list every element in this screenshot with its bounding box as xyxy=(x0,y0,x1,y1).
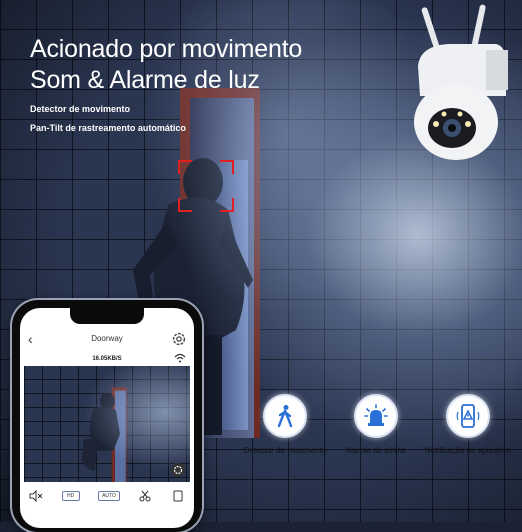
headline: Acionado por movimento Som & Alarme de l… xyxy=(30,34,302,96)
feature-circle xyxy=(446,394,490,438)
wifi-icon xyxy=(174,353,186,363)
feature-circle xyxy=(354,394,398,438)
feature-siren-alarm: Alarme de sirene xyxy=(326,394,426,455)
mute-speaker-icon[interactable] xyxy=(29,490,43,502)
phone-notification-icon xyxy=(456,404,480,428)
feature-motion-detector: Detector de movimento xyxy=(235,394,335,455)
subtitle-pan-tilt: Pan-Tilt de rastreamento automático xyxy=(30,123,186,133)
smartphone: ‹ Doorway 16.05KB/S HD AUTO xyxy=(12,300,202,532)
subtitle-motion-detector: Detector de movimento xyxy=(30,104,131,114)
bitrate-readout: 16.05KB/S xyxy=(92,356,122,362)
app-header: ‹ Doorway xyxy=(20,330,194,350)
scissors-icon[interactable] xyxy=(138,490,152,502)
headline-line1: Acionado por movimento xyxy=(30,35,303,63)
settings-gear-icon[interactable] xyxy=(170,330,188,348)
walking-person-icon xyxy=(277,405,293,428)
feature-label: Detector de movimento xyxy=(243,446,327,455)
auto-button[interactable]: AUTO xyxy=(98,491,120,501)
feature-label: Notificação de aplicativo xyxy=(424,446,512,455)
phone-screen: ‹ Doorway 16.05KB/S HD AUTO xyxy=(20,308,194,528)
hd-button[interactable]: HD xyxy=(61,491,80,501)
app-title: Doorway xyxy=(91,334,123,343)
record-icon[interactable] xyxy=(171,490,185,502)
feature-circle xyxy=(263,394,307,438)
headline-line2: Som & Alarme de luz xyxy=(30,66,260,94)
feature-label: Alarme de sirene xyxy=(345,446,407,455)
security-camera xyxy=(414,4,508,160)
siren-icon xyxy=(364,404,388,426)
video-settings-icon[interactable] xyxy=(170,462,186,478)
live-video-feed[interactable] xyxy=(24,366,190,482)
feature-app-notification: Notificação de aplicativo xyxy=(418,394,518,455)
playback-controls: HD AUTO xyxy=(20,488,194,504)
phone-notch xyxy=(70,308,144,324)
